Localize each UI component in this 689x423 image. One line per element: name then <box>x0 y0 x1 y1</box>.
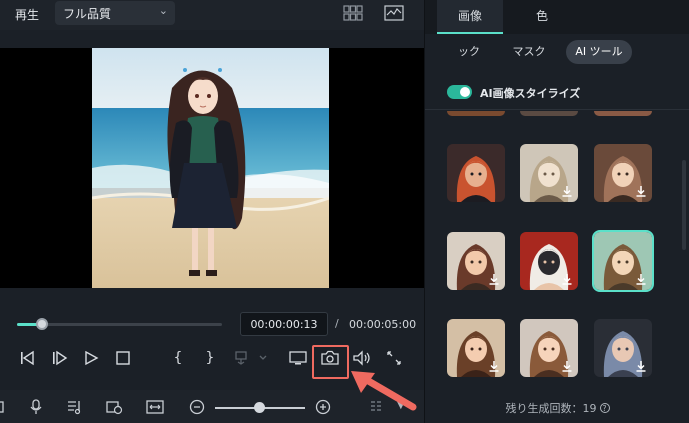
volume-icon[interactable] <box>352 350 372 366</box>
zoom-out-icon[interactable] <box>188 399 206 415</box>
preview-frame <box>92 48 329 288</box>
play-icon[interactable] <box>82 350 100 366</box>
waveform-icon[interactable] <box>384 5 404 21</box>
fullscreen-icon[interactable] <box>385 350 403 366</box>
partial-thumbnail <box>447 111 505 116</box>
style-thumbnail[interactable] <box>594 144 652 202</box>
properties-panel: 画像 色 ック マスク AI ツール AI画像スタイライズ 残り生成回数：19? <box>424 0 689 423</box>
insert-dropdown-icon[interactable] <box>234 350 270 366</box>
total-duration: 00:00:05:00 <box>349 318 417 331</box>
subtab-mask[interactable]: マスク <box>507 40 551 64</box>
current-time: 00:00:00:13 <box>250 318 318 331</box>
download-icon[interactable] <box>560 184 574 198</box>
tab-image[interactable]: 画像 <box>437 0 503 34</box>
partial-thumbnail <box>594 111 652 116</box>
style-thumbnail[interactable] <box>447 232 505 290</box>
video-preview[interactable] <box>0 48 424 288</box>
download-icon[interactable] <box>634 359 648 373</box>
subtab-mask-label: マスク <box>512 45 546 58</box>
stylize-toggle-row: AI画像スタイライズ <box>425 76 689 110</box>
download-icon[interactable] <box>487 359 501 373</box>
player-panel: 再生 フル品質 ⌄ 00:00:00:13 / 00:00:05:00 {} … <box>0 0 424 423</box>
style-thumbnail[interactable] <box>520 144 578 202</box>
style-grid <box>425 111 689 391</box>
quality-value: フル品質 <box>63 7 112 21</box>
zoom-in-icon[interactable] <box>314 399 332 415</box>
partial-tool-icon[interactable] <box>0 399 6 415</box>
portrait-image <box>447 144 505 202</box>
playback-label: 再生 <box>15 8 40 22</box>
next-frame-icon[interactable] <box>50 350 68 366</box>
remaining-generations: 残り生成回数：19? <box>425 400 689 416</box>
style-thumbnail[interactable] <box>594 319 652 377</box>
subtab-basic[interactable]: ック <box>449 40 489 64</box>
stop-icon[interactable] <box>114 350 132 366</box>
download-icon[interactable] <box>560 359 574 373</box>
toggle-knob <box>460 87 470 97</box>
partial-thumbnail <box>520 111 578 116</box>
quality-dropdown[interactable]: フル品質 ⌄ <box>55 1 175 25</box>
stylize-toggle-label: AI画像スタイライズ <box>480 87 581 100</box>
subtab-basic-label: ック <box>458 45 480 58</box>
subtab-ai-tools-label: AI ツール <box>575 45 623 58</box>
subtabs: ック マスク AI ツール <box>425 38 689 66</box>
chevron-down-icon: ⌄ <box>158 4 168 17</box>
previous-frame-icon[interactable] <box>18 350 36 366</box>
mark-in-icon[interactable]: { <box>169 350 187 366</box>
microphone-icon[interactable] <box>27 399 45 415</box>
snapshot-highlight-box <box>312 345 349 379</box>
scrubber-handle[interactable] <box>35 318 48 330</box>
style-thumbnail[interactable] <box>520 319 578 377</box>
panel-tabs: 画像 色 <box>425 0 689 34</box>
grid-view-icon[interactable] <box>343 5 363 21</box>
annotation-arrow-icon <box>351 371 417 411</box>
display-icon[interactable] <box>288 350 308 366</box>
timeline-scrubber[interactable] <box>17 318 222 330</box>
tab-image-label: 画像 <box>457 9 482 23</box>
subtab-ai-tools[interactable]: AI ツール <box>566 40 632 64</box>
fit-width-icon[interactable] <box>146 399 164 415</box>
video-preview-icon[interactable] <box>105 399 123 415</box>
anime-girl-beach-image <box>92 48 329 288</box>
tab-color[interactable]: 色 <box>509 0 575 34</box>
style-thumbnail[interactable] <box>592 230 654 292</box>
style-thumbnail[interactable] <box>447 144 505 202</box>
style-thumbnail[interactable] <box>447 319 505 377</box>
download-icon[interactable] <box>634 272 648 286</box>
time-separator: / <box>335 317 339 330</box>
player-topbar: 再生 フル品質 ⌄ <box>0 0 424 30</box>
remaining-label: 残り生成回数： <box>505 402 583 415</box>
style-thumbnail[interactable] <box>520 232 578 290</box>
zoom-slider-handle[interactable] <box>254 402 265 413</box>
stylize-toggle-switch[interactable] <box>447 85 472 99</box>
download-icon[interactable] <box>560 272 574 286</box>
help-icon[interactable]: ? <box>599 403 610 413</box>
mark-out-icon[interactable]: } <box>201 350 219 366</box>
tab-color-label: 色 <box>535 9 548 23</box>
panel-scrollbar[interactable] <box>682 160 686 250</box>
current-time-field[interactable]: 00:00:00:13 <box>240 312 328 336</box>
download-icon[interactable] <box>634 184 648 198</box>
download-icon[interactable] <box>487 272 501 286</box>
music-list-icon[interactable] <box>66 399 84 415</box>
remaining-count: 19 <box>582 402 597 415</box>
